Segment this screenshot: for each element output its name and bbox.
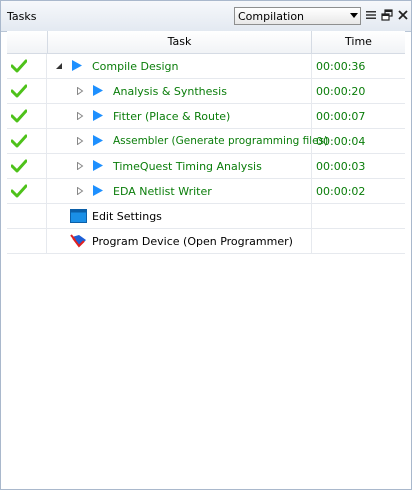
table-row[interactable]: Compile Design 00:00:36 bbox=[7, 54, 405, 79]
task-label[interactable]: Assembler (Generate programming files) bbox=[113, 135, 328, 147]
task-time: 00:00:20 bbox=[316, 85, 366, 98]
menu-icon[interactable] bbox=[365, 9, 377, 21]
table-row[interactable]: Program Device (Open Programmer) bbox=[7, 229, 405, 254]
programmer-icon[interactable] bbox=[70, 234, 87, 248]
play-icon[interactable] bbox=[92, 109, 104, 122]
table-header: Task Time bbox=[7, 31, 405, 54]
task-label[interactable]: Fitter (Place & Route) bbox=[113, 110, 230, 123]
checkmark-icon bbox=[11, 59, 27, 73]
task-time: 00:00:02 bbox=[316, 185, 366, 198]
restore-window-icon[interactable] bbox=[381, 9, 393, 21]
collapsed-triangle-icon[interactable] bbox=[76, 187, 84, 195]
play-icon[interactable] bbox=[92, 84, 104, 97]
column-header-time[interactable]: Time bbox=[311, 31, 405, 53]
collapsed-triangle-icon[interactable] bbox=[76, 112, 84, 120]
play-icon[interactable] bbox=[92, 159, 104, 172]
checkmark-icon bbox=[11, 159, 27, 173]
play-icon[interactable] bbox=[71, 59, 83, 72]
tasks-table: Task Time Compile Design 00:00:36 Analys… bbox=[7, 31, 405, 255]
collapsed-triangle-icon[interactable] bbox=[76, 162, 84, 170]
checkmark-icon bbox=[11, 134, 27, 148]
play-icon[interactable] bbox=[92, 134, 104, 147]
panel-title: Tasks bbox=[7, 10, 37, 23]
play-icon[interactable] bbox=[92, 184, 104, 197]
task-label[interactable]: EDA Netlist Writer bbox=[113, 185, 212, 198]
checkmark-icon bbox=[11, 84, 27, 98]
table-row[interactable]: Fitter (Place & Route) 00:00:07 bbox=[7, 104, 405, 129]
flow-select[interactable]: Compilation bbox=[234, 7, 361, 25]
settings-icon[interactable] bbox=[70, 209, 87, 223]
chevron-down-icon bbox=[350, 13, 358, 18]
table-row[interactable]: TimeQuest Timing Analysis 00:00:03 bbox=[7, 154, 405, 179]
checkmark-icon bbox=[11, 184, 27, 198]
collapsed-triangle-icon[interactable] bbox=[76, 87, 84, 95]
table-row[interactable]: Analysis & Synthesis 00:00:20 bbox=[7, 79, 405, 104]
table-row[interactable]: Assembler (Generate programming files) 0… bbox=[7, 129, 405, 154]
task-label[interactable]: Compile Design bbox=[92, 60, 178, 73]
close-icon[interactable] bbox=[397, 9, 409, 21]
task-time: 00:00:04 bbox=[316, 135, 366, 148]
task-label[interactable]: TimeQuest Timing Analysis bbox=[113, 160, 262, 173]
collapsed-triangle-icon[interactable] bbox=[76, 137, 84, 145]
task-time: 00:00:07 bbox=[316, 110, 366, 123]
task-time: 00:00:03 bbox=[316, 160, 366, 173]
table-row[interactable]: EDA Netlist Writer 00:00:02 bbox=[7, 179, 405, 204]
tasks-panel: Tasks Compilation Task Time Compile Desi… bbox=[0, 0, 412, 490]
task-label[interactable]: Analysis & Synthesis bbox=[113, 85, 227, 98]
panel-titlebar: Tasks Compilation bbox=[1, 1, 411, 32]
column-header-task[interactable]: Task bbox=[47, 31, 311, 53]
expanded-triangle-icon[interactable] bbox=[55, 62, 63, 70]
flow-select-value: Compilation bbox=[238, 10, 305, 23]
task-time: 00:00:36 bbox=[316, 60, 366, 73]
task-label[interactable]: Edit Settings bbox=[92, 210, 162, 223]
checkmark-icon bbox=[11, 109, 27, 123]
table-row[interactable]: Edit Settings bbox=[7, 204, 405, 229]
task-label[interactable]: Program Device (Open Programmer) bbox=[92, 235, 293, 248]
